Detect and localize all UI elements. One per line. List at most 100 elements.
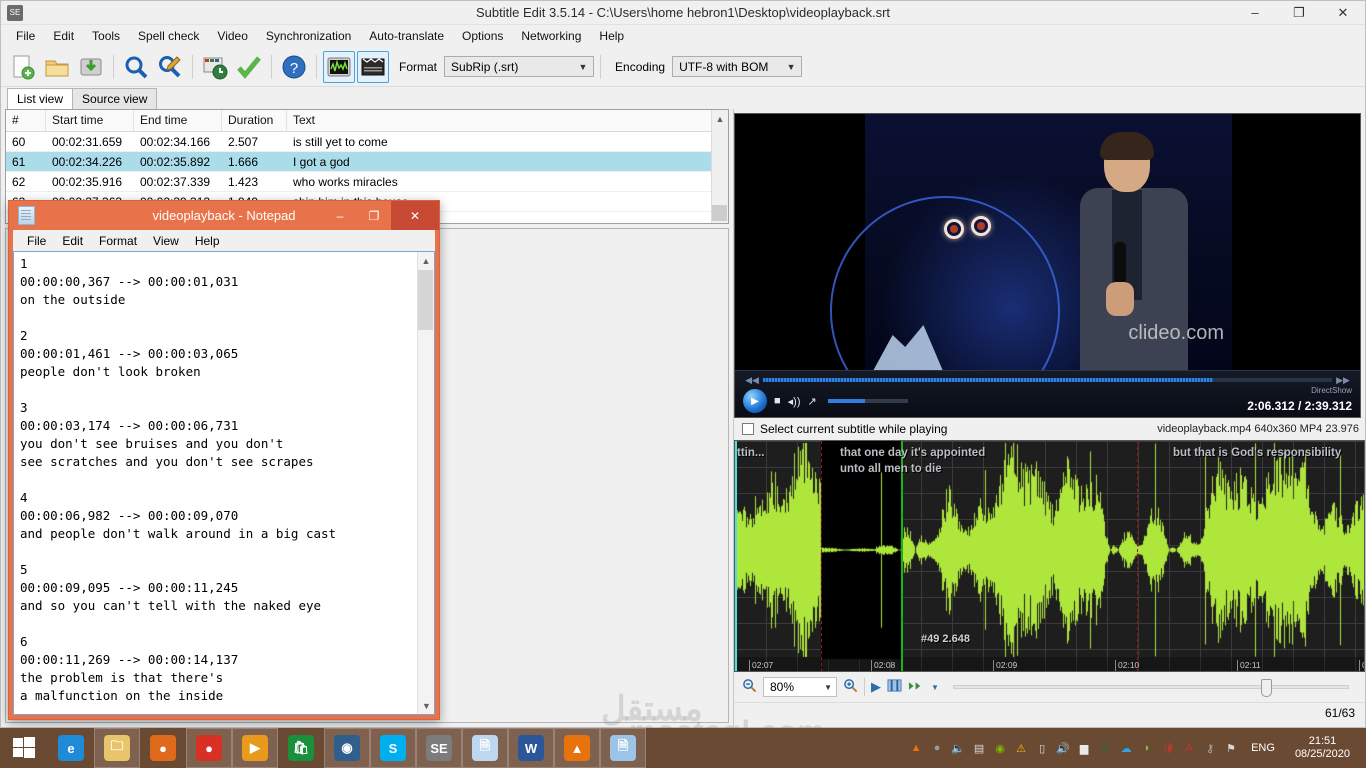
vlc-icon[interactable]: ▲	[554, 728, 600, 768]
select-subtitle-checkbox[interactable]	[742, 423, 754, 435]
find-icon[interactable]	[120, 51, 152, 83]
menu-tools[interactable]: Tools	[83, 26, 129, 46]
list-scrollbar[interactable]: ▲ ▼	[711, 110, 728, 223]
tab-source-view[interactable]: Source view	[72, 88, 158, 109]
waveform-scroll-slider[interactable]	[952, 679, 1349, 697]
column-number[interactable]: #	[6, 110, 46, 131]
language-indicator[interactable]: ENG	[1245, 742, 1281, 754]
chevron-down-icon[interactable]: ▼	[931, 683, 939, 692]
network-icon[interactable]: ▆	[1076, 740, 1092, 756]
menu-help[interactable]: Help	[590, 26, 633, 46]
playback-cursor[interactable]	[735, 441, 737, 671]
tab-list-view[interactable]: List view	[7, 88, 74, 109]
notepad-menu-file[interactable]: File	[19, 232, 54, 250]
chrome-icon[interactable]: ●	[186, 728, 232, 768]
scroll-up-icon[interactable]: ▲	[418, 252, 434, 269]
volume-icon[interactable]: 🔊	[1055, 740, 1071, 756]
idm-icon[interactable]: ◉	[324, 728, 370, 768]
antivirus-icon[interactable]: 🛡	[1160, 740, 1176, 756]
menu-edit[interactable]: Edit	[44, 26, 83, 46]
menu-spell-check[interactable]: Spell check	[129, 26, 208, 46]
firefox-icon[interactable]: ●	[140, 728, 186, 768]
notepad-menu-help[interactable]: Help	[187, 232, 228, 250]
table-row[interactable]: 61 00:02:34.226 00:02:35.892 1.666 I got…	[6, 152, 728, 172]
notepad-icon[interactable]: 🗎	[462, 728, 508, 768]
notepad-menu-view[interactable]: View	[145, 232, 187, 250]
clock[interactable]: 21:51 08/25/2020	[1287, 735, 1358, 761]
table-row[interactable]: 60 00:02:31.659 00:02:34.166 2.507 is st…	[6, 132, 728, 152]
disk-tray-icon[interactable]: ●	[929, 740, 945, 756]
column-text[interactable]: Text	[287, 110, 728, 131]
word-icon[interactable]: W	[508, 728, 554, 768]
zoom-level-select[interactable]: 80% ▼	[763, 677, 837, 697]
subtitle-end-marker[interactable]	[821, 441, 822, 671]
notepad-minimize-button[interactable]: –	[323, 201, 357, 230]
menu-auto-translate[interactable]: Auto-translate	[360, 26, 453, 46]
menu-options[interactable]: Options	[453, 26, 512, 46]
video-icon[interactable]	[357, 50, 389, 83]
forward-arrows-icon[interactable]	[908, 679, 925, 696]
help-icon[interactable]: ?	[278, 51, 310, 83]
notepad-window-icon[interactable]: 🗎	[600, 728, 646, 768]
table-row[interactable]: 62 00:02:35.916 00:02:37.339 1.423 who w…	[6, 172, 728, 192]
menu-video[interactable]: Video	[208, 26, 256, 46]
vlc-tray-icon[interactable]: ▲	[908, 740, 924, 756]
waveform-play-icon[interactable]: ▶	[871, 679, 881, 695]
waveform-icon[interactable]	[323, 50, 355, 83]
format-select[interactable]: SubRip (.srt) ▼	[444, 56, 595, 77]
column-start-time[interactable]: Start time	[46, 110, 134, 131]
waveform-view[interactable]: 02:0702:0802:0902:1002:1102:1202:1302:14…	[734, 440, 1365, 672]
scroll-down-icon[interactable]: ▼	[418, 697, 434, 714]
notepad-close-button[interactable]: ✕	[391, 201, 439, 230]
rewind-icon[interactable]: ◀◀	[741, 375, 763, 386]
close-button[interactable]: ✕	[1321, 1, 1365, 24]
start-button[interactable]	[0, 728, 48, 768]
scene-change-icon[interactable]	[887, 678, 902, 696]
notepad-menu-edit[interactable]: Edit	[54, 232, 91, 250]
notepad-text-area[interactable]: 1 00:00:00,367 --> 00:00:01,031 on the o…	[13, 251, 435, 715]
notepad-scrollbar[interactable]: ▲ ▼	[417, 252, 434, 714]
notepad-menu-format[interactable]: Format	[91, 232, 145, 250]
save-icon[interactable]	[75, 51, 107, 83]
open-icon[interactable]	[41, 51, 73, 83]
subtitle-end-marker[interactable]	[1137, 441, 1138, 671]
skype-icon[interactable]: S	[370, 728, 416, 768]
minimize-button[interactable]: –	[1233, 1, 1277, 24]
volume-icon[interactable]: ◂))	[788, 395, 801, 408]
fullscreen-icon[interactable]: ↗	[808, 395, 817, 408]
store-icon[interactable]: 🛍	[278, 728, 324, 768]
replace-icon[interactable]	[154, 51, 186, 83]
column-end-time[interactable]: End time	[134, 110, 222, 131]
spellcheck-icon[interactable]	[233, 51, 265, 83]
fastforward-icon[interactable]: ▶▶	[1332, 375, 1354, 386]
video-player[interactable]: clideo.com that you're not quitting toni…	[734, 113, 1361, 418]
media-player-icon[interactable]: ▶	[232, 728, 278, 768]
scroll-up-icon[interactable]: ▲	[712, 110, 728, 127]
flag-error-icon[interactable]: ⚑	[1223, 740, 1239, 756]
new-icon[interactable]	[7, 51, 39, 83]
seek-slider[interactable]	[763, 378, 1332, 382]
notepad-maximize-button[interactable]: ❐	[357, 201, 391, 230]
internet-explorer-icon[interactable]: e	[48, 728, 94, 768]
column-duration[interactable]: Duration	[222, 110, 287, 131]
stop-button[interactable]: ■	[774, 395, 781, 407]
menu-networking[interactable]: Networking	[512, 26, 590, 46]
speaker-mute-icon[interactable]: 🔈	[950, 740, 966, 756]
play-button[interactable]: ▶	[743, 389, 767, 413]
book-tray-icon[interactable]: ▤	[971, 740, 987, 756]
subtitle-start-marker[interactable]	[901, 441, 903, 671]
nvidia-icon[interactable]: ◉	[992, 740, 1008, 756]
waveform-scroll-thumb[interactable]	[1261, 679, 1273, 697]
notepad-window[interactable]: videoplayback - Notepad – ❐ ✕ File Edit …	[8, 200, 440, 720]
menu-file[interactable]: File	[7, 26, 44, 46]
onedrive-icon[interactable]: ☁	[1118, 740, 1134, 756]
scrollbar-thumb[interactable]	[712, 205, 727, 221]
warning-icon[interactable]: ⚠	[1013, 740, 1029, 756]
evernote-icon[interactable]: ◗	[1139, 740, 1155, 756]
encoding-select[interactable]: UTF-8 with BOM ▼	[672, 56, 803, 77]
sync-icon[interactable]	[199, 51, 231, 83]
maximize-button[interactable]: ❐	[1277, 1, 1321, 24]
zoom-in-icon[interactable]	[843, 678, 858, 696]
acrobat-icon[interactable]: A	[1181, 740, 1197, 756]
volume-slider[interactable]	[827, 399, 908, 403]
